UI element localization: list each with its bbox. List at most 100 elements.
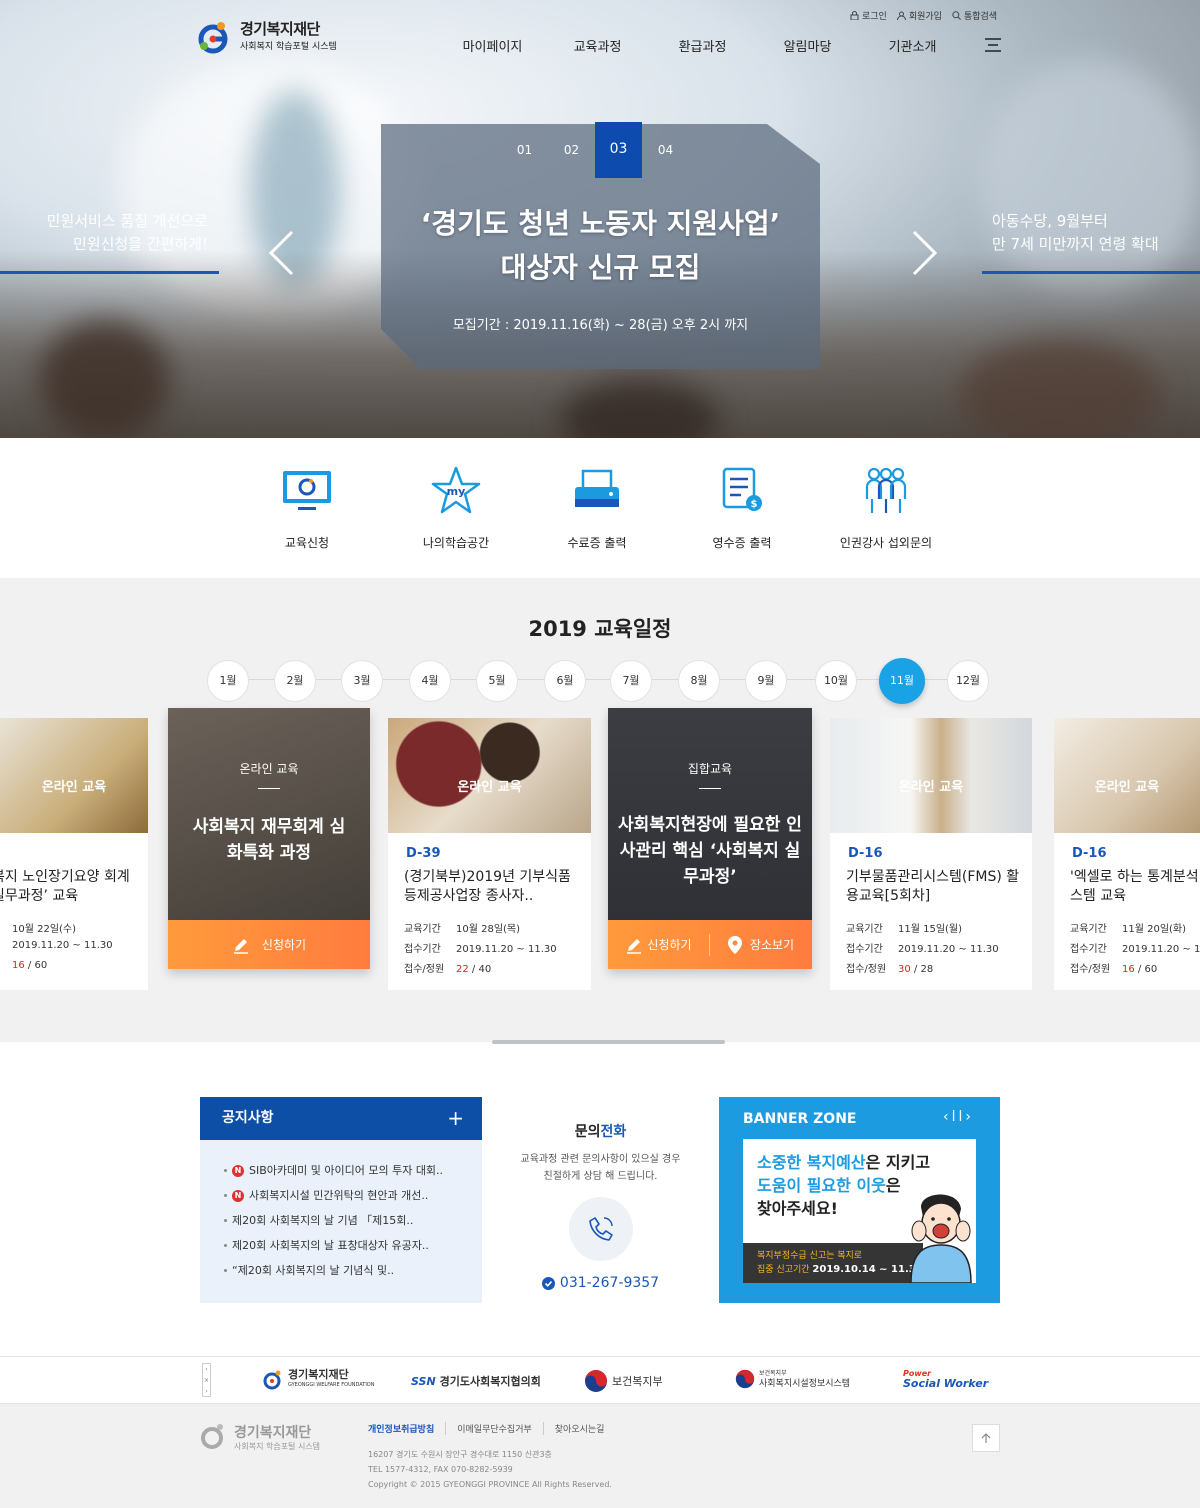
course-capacity: 접수/정원 30 / 28	[846, 960, 933, 975]
ssn-mark: SSN	[411, 1374, 436, 1388]
banner-controls: ‹ll›	[943, 1109, 974, 1125]
hero-tab-1[interactable]: 01	[501, 138, 548, 174]
apply-button[interactable]: 신청하기	[168, 920, 370, 969]
month-may[interactable]: 5월	[476, 660, 518, 702]
month-sep[interactable]: 9월	[745, 660, 787, 702]
quick-label: 수료증 출력	[567, 536, 627, 550]
featured-course-card[interactable]: 온라인 교육 사회복지 재무회계 심화특화 과정 신청하기	[168, 708, 370, 969]
nav-refund-courses[interactable]: 환급과정	[650, 36, 755, 55]
login-label: 로그인	[862, 12, 887, 22]
scroll-top-button[interactable]	[972, 1424, 1000, 1452]
logo-subtitle: 사회복지 학습포털 시스템	[240, 42, 337, 52]
course-dday: D-39	[406, 846, 441, 861]
notice-item[interactable]: “제20회 사회복지의 날 기념식 및..	[224, 1258, 482, 1283]
partner-logo-social-worker[interactable]: Power Social Worker	[903, 1369, 988, 1389]
partner-controls[interactable]: ‹ × ›	[202, 1363, 211, 1397]
pause-icon[interactable]: ll	[952, 1109, 966, 1125]
month-nov-active[interactable]: 11월	[879, 658, 925, 704]
value: 11월 15일(월)	[898, 924, 963, 935]
notice-item[interactable]: N SIB아카데미 및 아이디어 모의 투자 대회..	[224, 1158, 482, 1183]
email-refusal-link[interactable]: 이메일무단수집거부	[445, 1422, 543, 1435]
partner-sub: 보건복지부	[759, 1370, 787, 1377]
quick-item-certificate[interactable]: 수료증 출력	[537, 465, 657, 551]
quick-item-lecturer-inquiry[interactable]: 인권강사 섭외문의	[826, 465, 946, 551]
hero-tab-4[interactable]: 04	[642, 138, 689, 174]
notice-item[interactable]: 제20회 사회복지의 날 기념 「제15회..	[224, 1208, 482, 1233]
partner-logo-gwf[interactable]: 경기복지재단 GYEONGGI WELFARE FOUNDATION	[262, 1369, 375, 1391]
partner-logo-ssis[interactable]: 보건복지부 사회복지시설정보시스템	[735, 1369, 850, 1389]
course-card[interactable]: 온라인 교육 D-39 (경기북부)2019년 기부식품 등제공사업장 종사자.…	[388, 718, 591, 990]
hero-prev-text-1: 민원서비스 품질 개선으로	[46, 212, 208, 230]
notice-title: 공지사항	[222, 1110, 274, 1126]
course-card[interactable]: 온라인 교육 복지 노인장기요양 회계실무과정’ 교육 10월 22일(수) 2…	[0, 718, 148, 990]
location-button[interactable]: 장소보기	[710, 935, 812, 954]
month-apr[interactable]: 4월	[409, 660, 451, 702]
chevron-left-icon[interactable]	[268, 230, 294, 276]
chevron-right-icon[interactable]	[912, 230, 938, 276]
notice-item[interactable]: 제20회 사회복지의 날 표창대상자 유공자..	[224, 1233, 482, 1258]
hero-tab-3-active[interactable]: 03	[595, 122, 642, 178]
map-pin-icon	[727, 935, 742, 954]
nav-courses[interactable]: 교육과정	[545, 36, 650, 55]
notice-item[interactable]: N 사회복지시설 민간위탁의 현안과 개선..	[224, 1183, 482, 1208]
month-mar[interactable]: 3월	[341, 660, 383, 702]
plus-icon[interactable]: +	[447, 1097, 464, 1140]
taegeuk-icon	[585, 1370, 607, 1392]
quick-item-my-learning[interactable]: my 나의학습공간	[396, 465, 516, 551]
svg-text:my: my	[447, 485, 466, 498]
contact-box: 문의전화 교육과정 관련 문의사항이 있으실 경우 친절하게 상담 해 드립니다.…	[482, 1097, 719, 1303]
privacy-policy-link[interactable]: 개인정보취급방침	[368, 1422, 445, 1435]
hero-next-slide-preview[interactable]: 아동수당, 9월부터 만 7세 미만까지 연령 확대	[982, 210, 1200, 274]
partner-logo-mohw[interactable]: 보건복지부	[584, 1369, 663, 1393]
month-aug[interactable]: 8월	[678, 660, 720, 702]
nav-mypage[interactable]: 마이페이지	[440, 36, 545, 55]
label: 접수기간	[846, 944, 883, 955]
course-card[interactable]: 온라인 교육 D-16 기부물품관리시스템(FMS) 활용교육[5회차] 교육기…	[830, 718, 1032, 990]
apply-label: 신청하기	[261, 938, 307, 952]
banner-slide[interactable]: 소중한 복지예산은 지키고 도움이 필요한 이웃은 찾아주세요! 복지부정수급 …	[743, 1139, 976, 1283]
schedule-title: 2019 교육일정	[528, 617, 672, 641]
quick-item-apply[interactable]: 교육신청	[247, 465, 367, 551]
course-category: 온라인 교육	[41, 780, 107, 795]
search-link[interactable]: 통합검색	[952, 9, 997, 22]
hero-prev-slide-preview[interactable]: 민원서비스 품질 개선으로 민원신청을 간편하게!	[0, 210, 220, 274]
nav-about[interactable]: 기관소개	[860, 36, 965, 55]
login-link[interactable]: 로그인	[850, 9, 887, 22]
site-logo[interactable]: 경기복지재단 사회복지 학습포털 시스템	[198, 18, 358, 58]
month-oct[interactable]: 10월	[815, 660, 857, 702]
course-apply-period: 접수기간 2019.11.20 ~ 11.30	[404, 940, 557, 955]
phone-number: 031-267-9357	[559, 1275, 660, 1291]
month-jun[interactable]: 6월	[544, 660, 586, 702]
month-selector: 1월 2월 3월 4월 5월 6월 7월 8월 9월 10월 11월 12월	[206, 658, 996, 704]
course-period: 교육기간 11월 15일(월)	[846, 920, 962, 935]
directions-link[interactable]: 찾아오시는길	[542, 1422, 616, 1435]
month-feb[interactable]: 2월	[274, 660, 316, 702]
course-card[interactable]: 온라인 교육 D-16 '엑셀로 하는 통계분석 시스템 교육 교육기간 11월 …	[1054, 718, 1200, 990]
gwf-logo-icon	[263, 1370, 281, 1390]
logo-mark-icon	[198, 22, 228, 54]
quick-item-receipt[interactable]: $ 영수증 출력	[682, 465, 802, 551]
chevron-right-icon[interactable]: ›	[965, 1109, 974, 1125]
schedule-scrollbar[interactable]	[492, 1040, 725, 1044]
monitor-icon	[283, 471, 331, 510]
month-jul[interactable]: 7월	[610, 660, 652, 702]
featured-course-card[interactable]: 집합교육 사회복지현장에 필요한 인사관리 핵심 ‘사회복지 실무과정’ 신청하…	[608, 708, 812, 969]
hero-tab-2[interactable]: 02	[548, 138, 595, 174]
nav-notices[interactable]: 알림마당	[755, 36, 860, 55]
month-jan[interactable]: 1월	[207, 660, 249, 702]
footer-address: 16207 경기도 수원시 장안구 경수대로 1150 신관3층 TEL 157…	[368, 1447, 612, 1492]
course-category: 집합교육	[687, 762, 733, 776]
new-badge: N	[232, 1189, 244, 1202]
chevron-left-icon[interactable]: ‹	[943, 1109, 952, 1125]
bullet-icon	[224, 1269, 227, 1272]
signup-link[interactable]: 회원가입	[896, 9, 942, 22]
contact-phone[interactable]: 031-267-9357	[482, 1275, 719, 1291]
apply-button[interactable]: 신청하기	[608, 933, 710, 956]
label: 교육기간	[846, 924, 883, 935]
location-label: 장소보기	[749, 938, 795, 952]
quick-label: 영수증 출력	[712, 536, 772, 550]
month-dec[interactable]: 12월	[947, 660, 989, 702]
partner-logo-ssn[interactable]: SSN 경기도사회복지협의회	[411, 1373, 541, 1389]
course-title: 기부물품관리시스템(FMS) 활용교육[5회차]	[846, 869, 1020, 904]
hamburger-menu-icon[interactable]	[985, 38, 1001, 52]
